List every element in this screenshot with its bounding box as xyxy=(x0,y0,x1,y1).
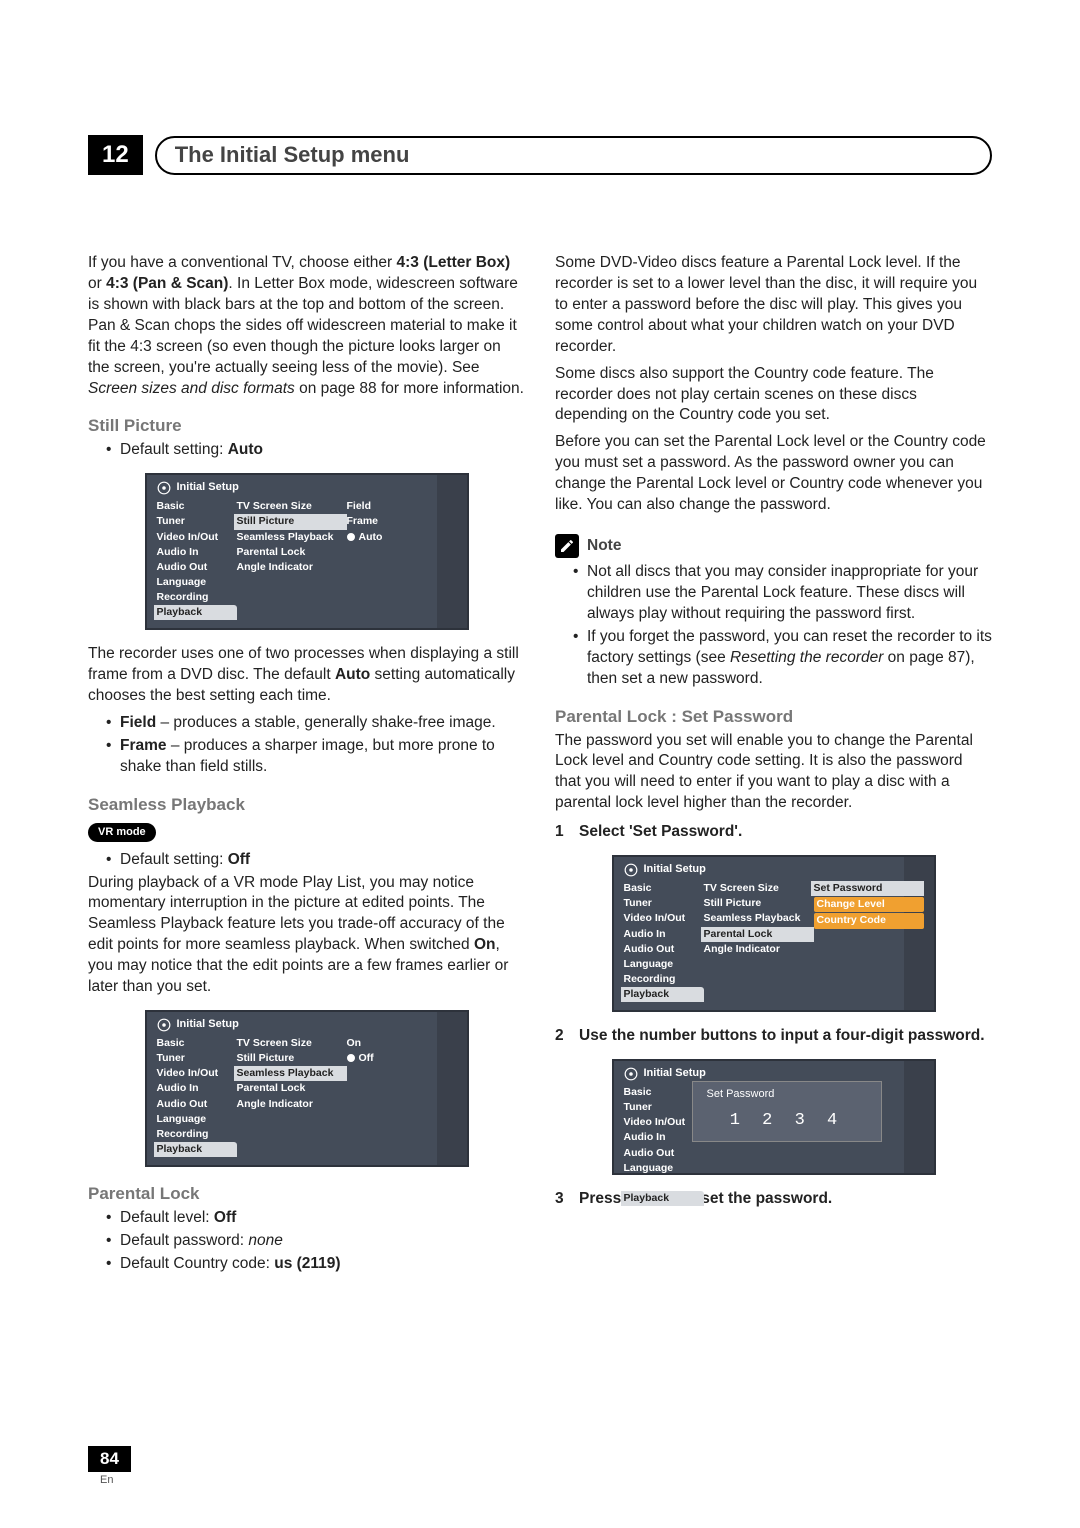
note-bullet-2: • If you forget the password, you can re… xyxy=(555,627,992,690)
parental-desc-3: Before you can set the Parental Lock lev… xyxy=(555,432,992,516)
disc-icon xyxy=(157,481,171,495)
still-bullet-field: • Field – produces a stable, generally s… xyxy=(88,713,525,734)
still-picture-heading: Still Picture xyxy=(88,415,525,438)
set-password-desc: The password you set will enable you to … xyxy=(555,731,992,815)
parental-default-level: • Default level: Off xyxy=(88,1208,525,1229)
page-number: 84 xyxy=(88,1446,131,1472)
language-code: En xyxy=(100,1474,131,1486)
chapter-header: 12 The Initial Setup menu xyxy=(88,135,992,175)
note-bullet-1: • Not all discs that you may consider in… xyxy=(555,562,992,625)
vr-mode-badge: VR mode xyxy=(88,823,156,842)
chapter-number-badge: 12 xyxy=(88,135,143,175)
right-column: Some DVD-Video discs feature a Parental … xyxy=(555,253,992,1277)
osd-still-picture: Initial Setup Basic Tuner Video In/Out A… xyxy=(145,473,469,630)
osd-settings: TV Screen Size Still Picture Seamless Pl… xyxy=(237,499,347,620)
pencil-icon xyxy=(555,534,579,558)
osd-sidebar: Basic Tuner Video In/Out Audio In Audio … xyxy=(157,499,237,620)
radio-icon xyxy=(347,1052,359,1064)
parental-desc-1: Some DVD-Video discs feature a Parental … xyxy=(555,253,992,358)
disc-icon xyxy=(157,1018,171,1032)
set-password-heading: Parental Lock : Set Password xyxy=(555,706,992,729)
radio-icon xyxy=(347,531,359,543)
still-default: • Default setting: Auto xyxy=(88,440,525,461)
parental-heading: Parental Lock xyxy=(88,1183,525,1206)
parental-default-password: • Default password: none xyxy=(88,1231,525,1252)
seamless-heading: Seamless Playback xyxy=(88,794,525,817)
chapter-title: The Initial Setup menu xyxy=(175,142,410,168)
page-footer: 84 En xyxy=(88,1446,131,1486)
osd-header: Initial Setup xyxy=(147,475,467,499)
parental-desc-2: Some discs also support the Country code… xyxy=(555,364,992,427)
step-1: 1 Select 'Set Password'. xyxy=(555,822,992,843)
step-2: 2 Use the number buttons to input a four… xyxy=(555,1026,992,1047)
osd-password-entry: Initial Setup Basic Tuner Video In/Out A… xyxy=(612,1059,936,1175)
manual-page: 12 The Initial Setup menu If you have a … xyxy=(0,0,1080,1528)
note-heading: Note xyxy=(555,534,992,558)
left-column: If you have a conventional TV, choose ei… xyxy=(88,253,525,1277)
seamless-default: • Default setting: Off xyxy=(88,850,525,871)
disc-icon xyxy=(624,1067,638,1081)
parental-default-country: • Default Country code: us (2119) xyxy=(88,1254,525,1275)
password-digits: 1 2 3 4 xyxy=(707,1110,867,1131)
osd-seamless: Initial Setup Basic Tuner Video In/Out A… xyxy=(145,1010,469,1167)
intro-paragraph: If you have a conventional TV, choose ei… xyxy=(88,253,525,399)
content-columns: If you have a conventional TV, choose ei… xyxy=(88,253,992,1277)
disc-icon xyxy=(624,863,638,877)
still-desc: The recorder uses one of two processes w… xyxy=(88,644,525,707)
seamless-desc: During playback of a VR mode Play List, … xyxy=(88,873,525,999)
password-popup: Set Password 1 2 3 4 xyxy=(692,1081,882,1142)
osd-options: Field Frame Auto xyxy=(347,499,457,620)
still-bullet-frame: • Frame – produces a sharper image, but … xyxy=(88,736,525,778)
osd-parental-lock: Initial Setup Basic Tuner Video In/Out A… xyxy=(612,855,936,1012)
chapter-title-wrap: The Initial Setup menu xyxy=(155,136,992,175)
